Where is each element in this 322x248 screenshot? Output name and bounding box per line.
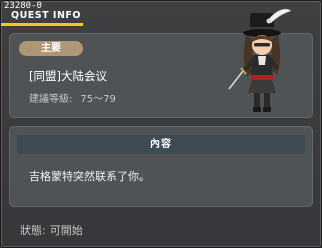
quest-status: 狀態: 可開始	[20, 222, 83, 238]
quest-type-badge: 主要	[19, 41, 83, 56]
level-label: 建議等級:	[29, 94, 73, 105]
status-label: 狀態:	[20, 224, 46, 237]
status-value: 可開始	[49, 224, 83, 237]
quest-content-panel: 內容 吉格蒙特突然联系了你。	[9, 126, 313, 207]
quest-name: [同盟]大陆会议	[29, 69, 107, 83]
content-text: 吉格蒙特突然联系了你。	[29, 170, 150, 183]
npc-character-icon	[228, 8, 292, 112]
quest-info-window: 23280-0 QUEST INFO 主要 [同盟]大陆会议 建議等級: 75～7…	[0, 0, 322, 248]
content-header: 內容	[17, 135, 305, 154]
level-range: 75～79	[80, 94, 116, 105]
recommended-level: 建議等級: 75～79	[29, 90, 116, 105]
window-title: QUEST INFO	[11, 10, 81, 21]
title-underline	[1, 23, 83, 26]
